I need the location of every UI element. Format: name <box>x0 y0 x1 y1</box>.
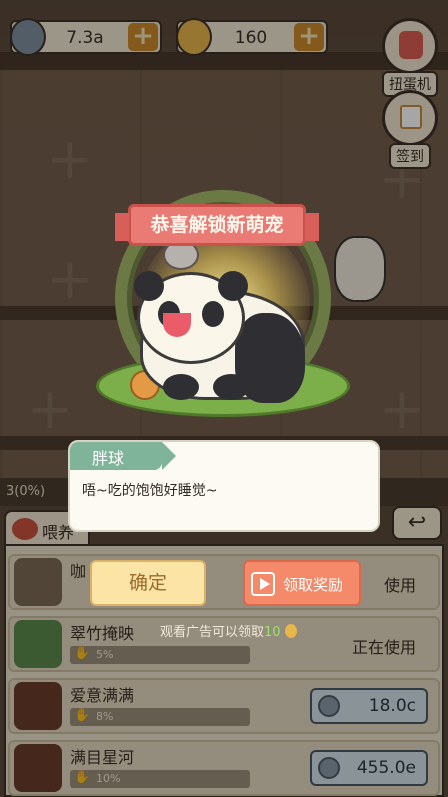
coin-icon <box>284 624 297 638</box>
panda-ear <box>218 271 248 301</box>
claim-reward-button[interactable]: 领取奖励 <box>243 560 361 606</box>
ad-amount: 10 <box>264 625 281 640</box>
play-video-icon <box>251 572 275 596</box>
pet-quote: 唔~吃的饱饱好睡觉~ <box>82 483 218 499</box>
panda-eye <box>202 301 224 327</box>
pet-name: 胖球 <box>92 449 125 468</box>
ad-prefix: 观看广告可以领取 <box>160 625 265 640</box>
panda-pet <box>134 271 248 364</box>
confirm-label: 确定 <box>128 572 167 594</box>
confirm-button[interactable]: 确定 <box>90 560 206 606</box>
ad-reward-note: 观看广告可以领取10 <box>160 621 297 640</box>
game-screen: + + + + + 7.3a + 160 + 扭蛋机 签到 3(0%) 喂养 ↩ <box>0 0 448 797</box>
panda-ear <box>134 271 164 301</box>
reward-label: 领取奖励 <box>283 576 344 594</box>
unlock-banner: 恭喜解锁新萌宠 <box>115 204 319 246</box>
pet-dialog: 胖球 唔~吃的饱饱好睡觉~ <box>68 440 380 532</box>
pet-name-tag: 胖球 <box>70 442 176 470</box>
banner-text: 恭喜解锁新萌宠 <box>150 214 284 236</box>
